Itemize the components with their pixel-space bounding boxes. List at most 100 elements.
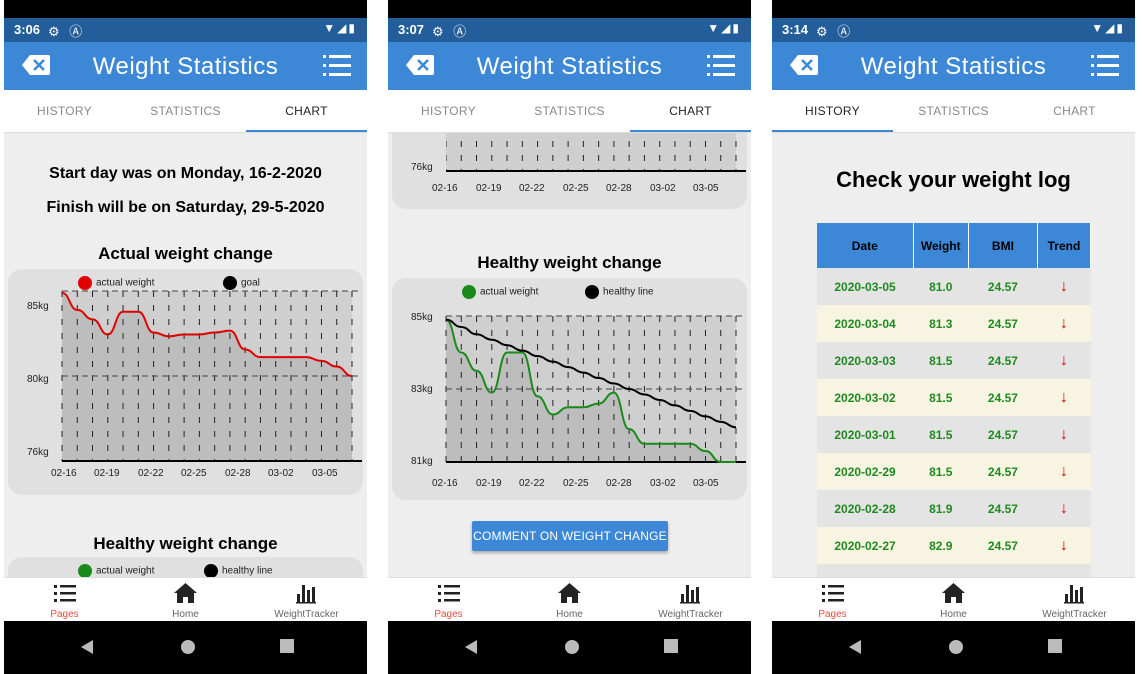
screen: 3:06 ⚙ Ⓐ ▼◢▮ Weight Statistics HISTORY S… (4, 18, 367, 621)
chart-content[interactable]: 76kg 02-16 02-19 02-22 02-25 02-28 03-02… (388, 133, 751, 577)
cell-bmi: 24.57 (968, 527, 1038, 564)
cell-weight: 81.5 (913, 379, 969, 416)
screen: 3:14 ⚙ Ⓐ ▼◢▮ Weight Statistics HISTORY S… (772, 18, 1135, 621)
status-time: 3:07 (398, 22, 425, 37)
column-header-date: Date (817, 223, 914, 268)
tab-history[interactable]: HISTORY (772, 90, 893, 132)
nav-weighttracker[interactable]: WeightTracker (630, 578, 751, 621)
cell-bmi: 24.57 (968, 564, 1038, 577)
nav-weighttracker[interactable]: WeightTracker (246, 578, 367, 621)
x-tick-label: 03-02 (650, 478, 676, 489)
y-tick-label: 80kg (27, 374, 49, 385)
x-tick-label: 03-05 (693, 478, 719, 489)
cell-trend-down-arrow-icon: ↓ (1037, 379, 1091, 416)
y-tick-label: 85kg (411, 312, 433, 323)
x-tick-label: 02-25 (563, 183, 589, 194)
column-header-bmi: BMI (968, 223, 1038, 268)
cell-weight: 81.5 (913, 416, 969, 453)
cell-date: 2020-03-03 (817, 342, 914, 379)
nav-label: Pages (434, 609, 463, 620)
x-tick-label: 02-22 (138, 468, 164, 479)
healthy-weight-chart-plot (445, 315, 746, 463)
nav-label: Home (940, 609, 967, 620)
home-circle-icon[interactable] (180, 639, 196, 655)
recents-square-icon[interactable] (664, 639, 678, 653)
home-circle-icon[interactable] (564, 639, 580, 655)
legend-swatch (78, 564, 92, 577)
cell-weight: 82.9 (913, 527, 969, 564)
app-title: Weight Statistics (476, 53, 663, 80)
recents-square-icon[interactable] (1048, 639, 1062, 653)
tab-chart[interactable]: CHART (630, 90, 751, 132)
back-triangle-icon[interactable] (848, 639, 862, 655)
recents-square-icon[interactable] (280, 639, 294, 653)
healthy-weight-chart-card: actual weight healthy line 85kg 83kg 81k… (392, 278, 747, 500)
legend-label: actual weight (96, 277, 155, 289)
comment-on-weight-change-button[interactable]: COMMENT ON WEIGHT CHANGE (472, 521, 668, 551)
cell-trend-down-arrow-icon: ↓ (1037, 564, 1091, 577)
x-tick-label: 02-16 (432, 183, 458, 194)
nav-pages[interactable]: Pages (388, 578, 509, 621)
table-row[interactable]: 2020-03-03 81.5 24.57 ↓ (817, 342, 1091, 379)
nav-home[interactable]: Home (125, 578, 246, 621)
menu-list-icon[interactable] (323, 53, 351, 79)
table-row[interactable]: 2020-02-27 82.9 24.57 ↓ (817, 527, 1091, 564)
table-row[interactable]: 2020-03-04 81.3 24.57 ↓ (817, 305, 1091, 342)
nav-label: WeightTracker (274, 609, 339, 620)
status-bar: 3:06 ⚙ Ⓐ ▼◢▮ (4, 18, 367, 42)
y-tick-label: 81kg (411, 456, 433, 467)
tab-history[interactable]: HISTORY (388, 90, 509, 132)
tab-statistics[interactable]: STATISTICS (893, 90, 1014, 132)
tab-statistics[interactable]: STATISTICS (509, 90, 630, 132)
cell-date: 2020-02-27 (817, 527, 914, 564)
home-circle-icon[interactable] (948, 639, 964, 655)
nav-home[interactable]: Home (893, 578, 1014, 621)
legend-label: healthy line (222, 565, 273, 577)
settings-icon: ⚙ Ⓐ (432, 24, 470, 39)
nav-pages[interactable]: Pages (4, 578, 125, 621)
tab-chart[interactable]: CHART (1014, 90, 1135, 132)
table-row[interactable]: 2020-02-2682.724.57↓ (817, 564, 1091, 577)
cell-bmi: 24.57 (968, 305, 1038, 342)
bar-chart-icon (296, 585, 316, 604)
table-row[interactable]: 2020-03-02 81.5 24.57 ↓ (817, 379, 1091, 416)
legend-swatch (462, 285, 476, 299)
nav-weighttracker[interactable]: WeightTracker (1014, 578, 1135, 621)
tab-chart[interactable]: CHART (246, 90, 367, 132)
table-row[interactable]: 2020-03-01 81.5 24.57 ↓ (817, 416, 1091, 453)
chart-content[interactable]: Start day was on Monday, 16-2-2020 Finis… (4, 133, 367, 577)
cell-weight: 81.9 (913, 490, 969, 527)
legend-label: goal (241, 277, 260, 289)
y-tick-label: 83kg (411, 384, 433, 395)
history-content[interactable]: Check your weight log Date Weight BMI Tr… (772, 133, 1135, 577)
cell-trend-down-arrow-icon: ↓ (1037, 527, 1091, 564)
x-tick-label: 03-05 (312, 468, 338, 479)
table-row[interactable]: 2020-02-28 81.9 24.57 ↓ (817, 490, 1091, 527)
menu-list-icon[interactable] (1091, 53, 1119, 79)
bottom-nav: Pages Home WeightTracker (4, 577, 367, 621)
menu-list-icon[interactable] (707, 53, 735, 79)
nav-label: WeightTracker (1042, 609, 1107, 620)
tab-statistics[interactable]: STATISTICS (125, 90, 246, 132)
list-icon (822, 585, 844, 602)
nav-pages[interactable]: Pages (772, 578, 893, 621)
legend-healthy-line: healthy line (585, 285, 654, 299)
table-row[interactable]: 2020-03-05 81.0 24.57 ↓ (817, 268, 1091, 305)
back-triangle-icon[interactable] (464, 639, 478, 655)
legend-label: healthy line (603, 286, 654, 298)
back-triangle-icon[interactable] (80, 639, 94, 655)
screen: 3:07 ⚙ Ⓐ ▼◢▮ Weight Statistics HISTORY S… (388, 18, 751, 621)
table-row[interactable]: 2020-02-29 81.5 24.57 ↓ (817, 453, 1091, 490)
tab-history[interactable]: HISTORY (4, 90, 125, 132)
phone-screen-chart-1: 3:06 ⚙ Ⓐ ▼◢▮ Weight Statistics HISTORY S… (4, 0, 367, 674)
column-header-weight: Weight (913, 223, 969, 268)
home-icon (558, 583, 581, 603)
nav-label: Pages (818, 609, 847, 620)
status-time: 3:06 (14, 22, 41, 37)
bottom-nav: Pages Home WeightTracker (388, 577, 751, 621)
legend-actual-weight: actual weight (78, 564, 154, 577)
healthy-weight-chart-card: actual weight healthy line (8, 557, 363, 577)
x-tick-label: 02-25 (563, 478, 589, 489)
legend-healthy-line: healthy line (204, 564, 273, 577)
nav-home[interactable]: Home (509, 578, 630, 621)
